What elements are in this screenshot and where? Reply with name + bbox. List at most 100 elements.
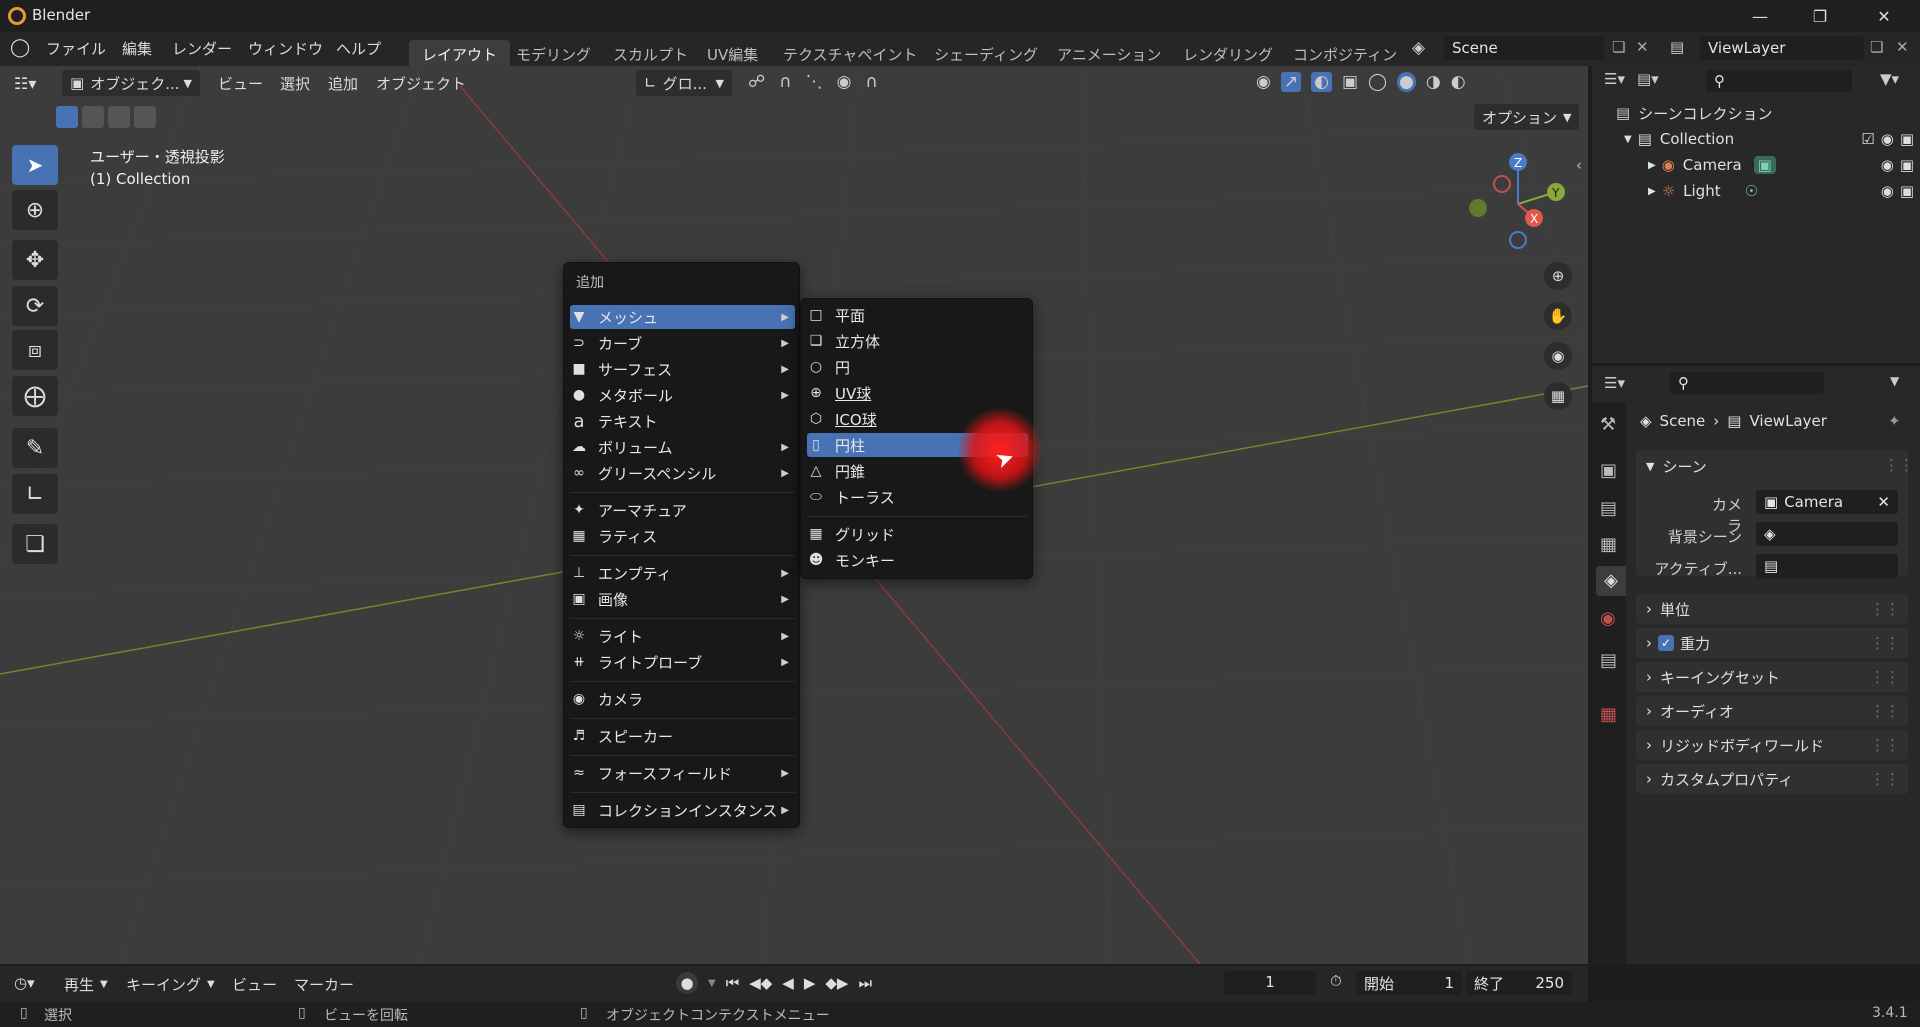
menu-item-speaker[interactable]: ♬ スピーカー <box>570 724 795 748</box>
texture-tab-icon[interactable]: ▦ <box>1600 704 1617 725</box>
new-scene-icon[interactable]: ❏ <box>1612 38 1625 56</box>
measure-tool[interactable]: ∟ <box>12 474 58 514</box>
transform-orientation-select[interactable]: ∟ グロ... ▼ <box>636 70 732 96</box>
perspective-grid-icon[interactable]: ▦ <box>1544 382 1572 410</box>
current-frame-field[interactable]: 1 <box>1224 971 1316 995</box>
select-new-icon[interactable] <box>56 106 78 128</box>
outliner-row-camera[interactable]: ▶ ◉ Camera ▣ ◉ ▣ <box>1648 152 1914 178</box>
render-camera-icon[interactable]: ▣ <box>1900 182 1914 200</box>
visibility-icon[interactable]: ◉ <box>1256 72 1271 92</box>
playback-menu[interactable]: 再生 ▼ <box>64 974 108 995</box>
cursor-tool[interactable]: ⊕ <box>12 190 58 230</box>
timeline-view-menu[interactable]: ビュー <box>232 974 277 995</box>
view-layer-tab-icon[interactable]: ▦ <box>1600 534 1617 555</box>
panel-custom-properties[interactable]: › カスタムプロパティ ⋮⋮ <box>1636 764 1908 794</box>
tab-uv-editing[interactable]: UV編集 <box>694 40 771 66</box>
editor-type-icon[interactable]: ☷▾ <box>14 70 36 96</box>
render-camera-icon[interactable]: ▣ <box>1900 130 1914 148</box>
close-icon[interactable]: ✕ <box>1854 2 1914 30</box>
expand-right-icon[interactable]: ▶ <box>1648 160 1656 171</box>
frame-end-field[interactable]: 終了 250 <box>1466 971 1572 995</box>
select-mode-buttons[interactable] <box>56 106 156 128</box>
tool-tab-icon[interactable]: ⚒ <box>1600 414 1616 435</box>
delete-scene-icon[interactable]: ✕ <box>1636 38 1649 56</box>
outliner-editor-icon[interactable]: ☰▾ <box>1604 70 1625 88</box>
drag-handle-icon[interactable]: ⋮⋮ <box>1870 736 1900 754</box>
panel-keying-sets[interactable]: › キーイングセット ⋮⋮ <box>1636 662 1908 692</box>
collection-tab-icon[interactable]: ▤ <box>1600 650 1617 671</box>
menu-view[interactable]: ビュー <box>210 70 271 96</box>
render-tab-icon[interactable]: ▣ <box>1600 460 1617 481</box>
next-keyframe-icon[interactable]: ◆▶ <box>825 974 848 992</box>
minimize-icon[interactable]: — <box>1730 2 1790 30</box>
outliner-row-collection[interactable]: ▼ ▤ Collection ☑ ◉ ▣ <box>1624 126 1914 152</box>
panel-gravity[interactable]: › ✓ 重力 ⋮⋮ <box>1636 628 1908 658</box>
tab-animation[interactable]: アニメーション <box>1044 40 1174 66</box>
eye-icon[interactable]: ◉ <box>1881 130 1894 148</box>
transform-tool[interactable]: ⨁ <box>12 376 58 416</box>
background-scene-field[interactable]: ◈ <box>1756 522 1898 546</box>
sidebar-toggle-icon[interactable]: ‹ <box>1576 156 1582 174</box>
xray-icon[interactable]: ▣ <box>1342 72 1358 92</box>
jump-start-icon[interactable]: ⏮ <box>726 974 740 992</box>
checkbox-icon[interactable]: ☑ <box>1861 130 1874 148</box>
menu-item-mesh[interactable]: ▼ メッシュ ▶ <box>570 305 795 329</box>
menu-item-circle[interactable]: ○ 円 <box>807 355 1028 379</box>
marker-menu[interactable]: マーカー <box>294 974 354 995</box>
snap-target-icon[interactable]: ⋱ <box>806 72 823 92</box>
expand-down-icon[interactable]: ▼ <box>1624 134 1632 145</box>
select-intersect-icon[interactable] <box>134 106 156 128</box>
record-icon[interactable]: ● <box>676 972 698 994</box>
menu-item-force-field[interactable]: ≈ フォースフィールド ▶ <box>570 761 795 785</box>
pan-hand-icon[interactable]: ✋ <box>1544 302 1572 330</box>
gizmo-icon[interactable]: ↗ <box>1280 72 1302 92</box>
scene-panel-header[interactable]: ▼ シーン <box>1646 456 1707 477</box>
scene-field[interactable]: Scene <box>1444 36 1604 60</box>
menu-item-image[interactable]: ▣ 画像 ▶ <box>570 587 795 611</box>
menu-item-curve[interactable]: ⊃ カーブ ▶ <box>570 331 795 355</box>
eye-icon[interactable]: ◉ <box>1881 182 1894 200</box>
chevron-down-icon[interactable]: ▼ <box>708 978 716 989</box>
render-camera-icon[interactable]: ▣ <box>1900 156 1914 174</box>
menu-item-metaball[interactable]: ● メタボール ▶ <box>570 383 795 407</box>
menu-item-cube[interactable]: ❏ 立方体 <box>807 329 1028 353</box>
viewport-display-tools[interactable]: ◉ ↗ ◐ ▣ ◯ ● ◑ ◐ <box>1256 72 1466 92</box>
properties-editor-icon[interactable]: ☰▾ <box>1604 374 1625 392</box>
select-box-tool[interactable]: ➤ <box>12 145 58 185</box>
menu-item-armature[interactable]: ✦ アーマチュア <box>570 498 795 522</box>
view-layer-field[interactable]: ViewLayer <box>1700 36 1864 60</box>
tab-compositing[interactable]: コンポジティン <box>1280 40 1400 66</box>
world-tab-icon[interactable]: ◉ <box>1600 608 1616 629</box>
keying-menu[interactable]: キーイング ▼ <box>126 974 215 995</box>
drag-handle-icon[interactable]: ⋮⋮ <box>1870 634 1900 652</box>
menu-item-text[interactable]: a テキスト <box>570 409 795 433</box>
scene-icon[interactable]: ◈ <box>1412 38 1425 58</box>
output-tab-icon[interactable]: ▤ <box>1600 498 1617 519</box>
drag-handle-icon[interactable]: ⋮⋮ <box>1870 600 1900 618</box>
menu-item-surface[interactable]: ■ サーフェス ▶ <box>570 357 795 381</box>
active-clip-field[interactable]: ▤ <box>1756 554 1898 578</box>
panel-rigid-body-world[interactable]: › リジッドボディワールド ⋮⋮ <box>1636 730 1908 760</box>
new-view-layer-icon[interactable]: ❏ <box>1870 38 1883 56</box>
navigation-gizmo[interactable]: Z Y X <box>1460 146 1580 256</box>
mode-select[interactable]: ▣ オブジェク... ▼ <box>62 70 200 96</box>
menu-item-light-probe[interactable]: ⧺ ライトプローブ ▶ <box>570 650 795 674</box>
drag-handle-icon[interactable]: ⋮⋮ <box>1870 668 1900 686</box>
tab-rendering[interactable]: レンダリング <box>1170 40 1286 66</box>
camera-view-icon[interactable]: ◉ <box>1544 342 1572 370</box>
menu-item-grid[interactable]: ▦ グリッド <box>807 522 1028 546</box>
menu-item-volume[interactable]: ☁ ボリューム ▶ <box>570 435 795 459</box>
drag-handle-icon[interactable]: ⋮⋮ <box>1884 456 1914 474</box>
add-cube-tool[interactable]: ❏ <box>12 524 58 564</box>
menu-item-camera[interactable]: ◉ カメラ <box>570 687 795 711</box>
snapping-tools[interactable]: ☍ ∩ ⋱ ◉ ∩ <box>748 72 878 92</box>
drag-handle-icon[interactable]: ⋮⋮ <box>1870 702 1900 720</box>
outliner-row-light[interactable]: ▶ ☼ Light ☉ ◉ ▣ <box>1648 178 1914 204</box>
menu-window[interactable]: ウィンドウ <box>240 34 331 63</box>
menu-item-grease-pencil[interactable]: ∞ グリースペンシル ▶ <box>570 461 795 485</box>
overlay-icon[interactable]: ◐ <box>1311 72 1332 92</box>
gravity-checkbox[interactable]: ✓ <box>1658 635 1674 651</box>
move-tool[interactable]: ✥ <box>12 240 58 280</box>
solid-shading-icon[interactable]: ● <box>1397 72 1416 92</box>
camera-data-icon[interactable]: ▣ <box>1753 156 1776 174</box>
